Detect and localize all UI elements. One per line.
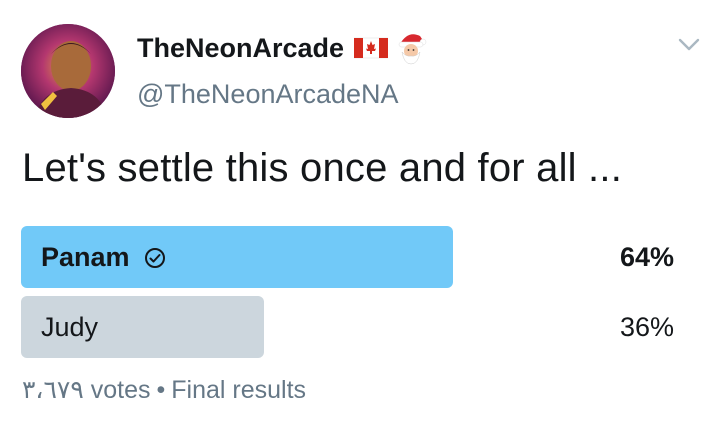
poll-option-percent: 64% — [619, 242, 674, 272]
poll-vote-count: ٣،٦٧٩ votes — [22, 376, 151, 404]
canada-flag-icon — [354, 37, 389, 59]
author-display-name[interactable]: TheNeonArcade — [137, 33, 344, 64]
avatar[interactable] — [21, 24, 115, 118]
author-display-name-row[interactable]: TheNeonArcade — [137, 30, 428, 66]
santa-emoji-icon — [398, 34, 427, 65]
poll-option-panam: Panam 64% — [21, 226, 676, 288]
check-circle-icon — [144, 247, 165, 268]
poll-option-label: Panam — [41, 242, 130, 272]
avatar-image — [21, 24, 115, 118]
poll-footer: ٣،٦٧٩ votes • Final results — [22, 375, 306, 405]
poll-option-percent: 36% — [619, 312, 674, 342]
poll-option-label: Judy — [41, 312, 99, 342]
tweet-text: Let's settle this once and for all ... — [22, 146, 623, 190]
author-handle[interactable]: @TheNeonArcadeNA — [137, 79, 399, 110]
separator-dot: • — [156, 376, 166, 404]
chevron-down-icon[interactable] — [678, 38, 700, 52]
poll-status: Final results — [171, 376, 307, 404]
poll-option-judy: Judy 36% — [21, 296, 676, 358]
